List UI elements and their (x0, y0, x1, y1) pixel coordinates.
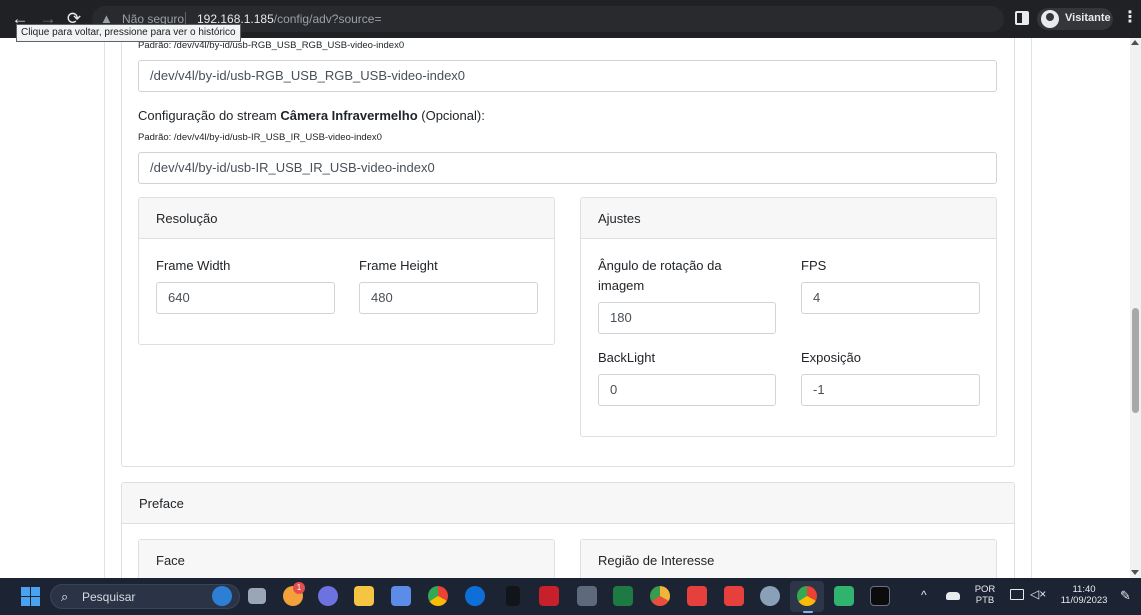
bing-icon[interactable] (212, 586, 232, 606)
chrome-canary-icon[interactable] (650, 586, 670, 606)
clock-time: 11:40 (1072, 584, 1096, 595)
teamviewer-icon[interactable] (465, 586, 485, 606)
task-view-icon[interactable] (248, 588, 266, 604)
network-icon[interactable] (1010, 589, 1024, 600)
frame-width-label: Frame Width (156, 258, 231, 273)
preface-card-header: Preface (122, 483, 1014, 524)
chrome-icon[interactable] (428, 586, 448, 606)
rotation-input[interactable]: 180 (598, 302, 776, 334)
face-card-header: Face (139, 540, 554, 578)
excel-icon[interactable] (613, 586, 633, 606)
exposure-label: Exposição (801, 350, 861, 365)
container-border-right (1031, 38, 1032, 578)
page-viewport: Padrão: /dev/v4l/by-id/usb-RGB_USB_RGB_U… (0, 38, 1141, 578)
side-panel-icon[interactable] (1015, 11, 1029, 25)
url-path: /config/adv?source= (273, 12, 382, 26)
roi-card-header: Região de Interesse (581, 540, 996, 578)
resolution-card-header: Resolução (139, 198, 554, 239)
scrollbar[interactable] (1130, 38, 1141, 578)
kebab-menu-icon[interactable]: ⋮ (1122, 9, 1138, 27)
windows-start-icon[interactable] (21, 587, 40, 606)
ir-label-prefix: Configuração do stream (138, 108, 281, 123)
ir-label-suffix: (Opcional): (417, 108, 485, 123)
search-placeholder: Pesquisar (82, 590, 136, 604)
face-card: Face (138, 539, 555, 578)
ir-default-hint: Padrão: /dev/v4l/by-id/usb-IR_USB_IR_USB… (138, 132, 382, 143)
lang-top: POR (974, 584, 996, 595)
container-border-left (104, 38, 105, 578)
profile-button[interactable]: Visitante (1037, 8, 1113, 30)
onedrive-cloud-icon[interactable] (946, 592, 960, 600)
frame-height-label: Frame Height (359, 258, 438, 273)
rgb-stream-input[interactable]: /dev/v4l/by-id/usb-RGB_USB_RGB_USB-video… (138, 60, 997, 92)
profile-avatar-icon (1041, 10, 1059, 28)
rotation-label-line2: imagem (598, 278, 645, 293)
frame-width-input[interactable]: 640 (156, 282, 335, 314)
ir-stream-input[interactable]: /dev/v4l/by-id/usb-IR_USB_IR_USB-video-i… (138, 152, 997, 184)
notification-badge: 1 (293, 582, 305, 594)
power-automate-icon[interactable] (834, 586, 854, 606)
search-icon: ⌕ (61, 589, 69, 604)
volume-muted-icon[interactable]: ◁× (1030, 587, 1046, 601)
clock-date: 11/09/2023 (1060, 595, 1108, 606)
chat-icon[interactable] (318, 586, 338, 606)
clock[interactable]: 11:40 11/09/2023 (1055, 584, 1113, 606)
tray-chevron-icon[interactable]: ^ (921, 588, 927, 602)
file-explorer-icon[interactable] (354, 586, 374, 606)
terminal-dark-icon[interactable] (506, 586, 520, 606)
calculator-icon[interactable] (577, 586, 597, 606)
chrome-active-icon[interactable] (797, 586, 817, 606)
notification-center-icon[interactable]: ✎ (1120, 588, 1131, 604)
snipping-tool-icon[interactable] (391, 586, 411, 606)
profile-label: Visitante (1065, 12, 1111, 24)
exposure-input[interactable]: -1 (801, 374, 980, 406)
scroll-up-icon[interactable] (1131, 40, 1139, 45)
adjustments-card-header: Ajustes (581, 198, 996, 239)
ir-stream-label: Configuração do stream Câmera Infraverme… (138, 108, 485, 123)
windows-taskbar: ⌕ Pesquisar 1 ^ POR PTB ◁× 11:40 11/09/2… (0, 578, 1141, 615)
lang-bottom: PTB (975, 595, 995, 606)
scrollbar-thumb[interactable] (1132, 308, 1139, 413)
back-tooltip: Clique para voltar, pressione para ver o… (16, 24, 241, 42)
fps-input[interactable]: 4 (801, 282, 980, 314)
rotation-label-line1: Ângulo de rotação da (598, 258, 722, 273)
settings-icon[interactable] (760, 586, 780, 606)
backlight-label: BackLight (598, 350, 656, 365)
active-indicator (803, 611, 813, 613)
ir-label-bold: Câmera Infravermelho (280, 108, 418, 123)
fps-label: FPS (801, 258, 827, 273)
cmd-icon[interactable] (870, 586, 890, 606)
roi-card: Região de Interesse (580, 539, 997, 578)
scroll-down-icon[interactable] (1131, 570, 1139, 575)
backlight-input[interactable]: 0 (598, 374, 776, 406)
frame-height-input[interactable]: 480 (359, 282, 538, 314)
anydesk-icon[interactable] (687, 586, 707, 606)
evo-icon[interactable] (539, 586, 559, 606)
language-indicator[interactable]: POR PTB (972, 584, 998, 606)
anydesk-2-icon[interactable] (724, 586, 744, 606)
